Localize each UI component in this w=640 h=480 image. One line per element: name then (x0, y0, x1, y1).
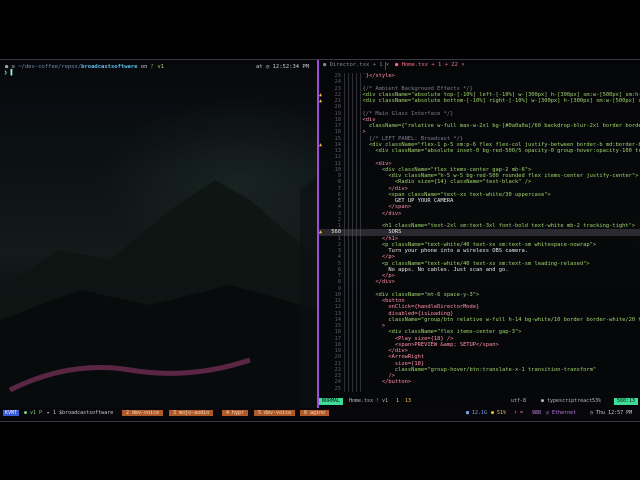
volume-indicator: ♯ = (514, 410, 524, 416)
status-position: 560:13 (613, 398, 638, 405)
tmux-branch: ● v1 P (24, 410, 43, 416)
terminal-pane[interactable]: ● ≡ ~/dev-coffee/repos/broadcastsoftware… (0, 60, 319, 408)
buffer-tabs: ● Director.tsx + 1 × ● Home.tsx + 1 + 22… (319, 62, 640, 70)
code-line: 25 (319, 385, 640, 392)
status-warnings: 1 (396, 398, 400, 404)
battery-indicator: 988 (532, 410, 542, 416)
tmux-window-2[interactable]: 2 dev-voice (122, 410, 164, 416)
tab-divider (385, 62, 386, 70)
neovim-pane[interactable]: ● Director.tsx + 1 × ● Home.tsx + 1 + 22… (319, 60, 640, 408)
code-line: ▲ 21 <div className="absolute bottom-[-10… (319, 98, 640, 105)
code-line: 13 <div className="absolute inset-0 bg-r… (319, 148, 640, 155)
line-text: <div className="absolute inset-0 bg-red-… (330, 148, 640, 154)
memory-indicator: ■ 12.1G (466, 410, 488, 416)
line-text: `}</style> (330, 73, 395, 79)
tmux-session[interactable]: KVMT (3, 410, 20, 416)
indent-guides (344, 385, 362, 392)
tmux-statusbar: KVMT ● v1 P ▸ 1 $broadcastsoftware 2 dev… (0, 409, 640, 419)
status-branch: ᚠ v1 (376, 398, 389, 404)
terminal-cursor[interactable]: ❯ ▌ (4, 70, 14, 76)
prompt-time: at ◷ 12:52:34 PM (256, 64, 309, 70)
cpu-indicator: ● 51% (491, 410, 507, 416)
line-number: 25 (334, 385, 342, 392)
mode-badge: NORMAL (319, 398, 344, 405)
desktop-screen: ● ≡ ~/dev-coffee/repos/broadcastsoftware… (0, 59, 640, 422)
status-encoding: utf-8 (511, 398, 527, 404)
line-text: className={"relative w-full max-w-2xl bg… (330, 123, 640, 129)
tab-home[interactable]: ● Home.tsx + 1 + 22 × (395, 62, 465, 68)
line-text: </div> (330, 279, 395, 286)
status-percent: 53% (592, 398, 602, 404)
tmux-window-current[interactable]: ▸ 1 $broadcastsoftware (47, 409, 113, 418)
shell-prompt: ● ≡ ~/dev-coffee/repos/broadcastsoftware… (5, 64, 164, 70)
tmux-window-6[interactable]: 6 agino (300, 410, 330, 416)
status-file: Home.tsx (349, 398, 374, 404)
tab-director[interactable]: ● Director.tsx + 1 × (323, 62, 389, 68)
code-editor[interactable]: 25 `}</style> 24 23 {/* Ambient Background… (319, 73, 640, 392)
clock: ◷ Thu 12:57 PM (590, 410, 633, 416)
status-count: 13 (405, 398, 412, 404)
tmux-window-5[interactable]: 5 dev-voice (254, 410, 296, 416)
line-text: </button> (330, 379, 412, 386)
nvim-statusline: NORMAL Home.tsx ᚠ v1 1 13 utf-8 ● typesc… (319, 398, 640, 405)
tmux-window-4[interactable]: 4 hypr (222, 410, 249, 416)
network-indicator: ◎ Ethernet (546, 410, 577, 416)
tmux-window-3[interactable]: 3 mojo-audio (169, 410, 214, 416)
code-line: 17 className={"relative w-full max-w-2xl… (319, 123, 640, 130)
line-text: </div> (330, 210, 402, 217)
line-text: <div className="absolute bottom-[-10%] r… (330, 98, 640, 104)
status-filetype: ● typescriptreact (541, 398, 593, 404)
